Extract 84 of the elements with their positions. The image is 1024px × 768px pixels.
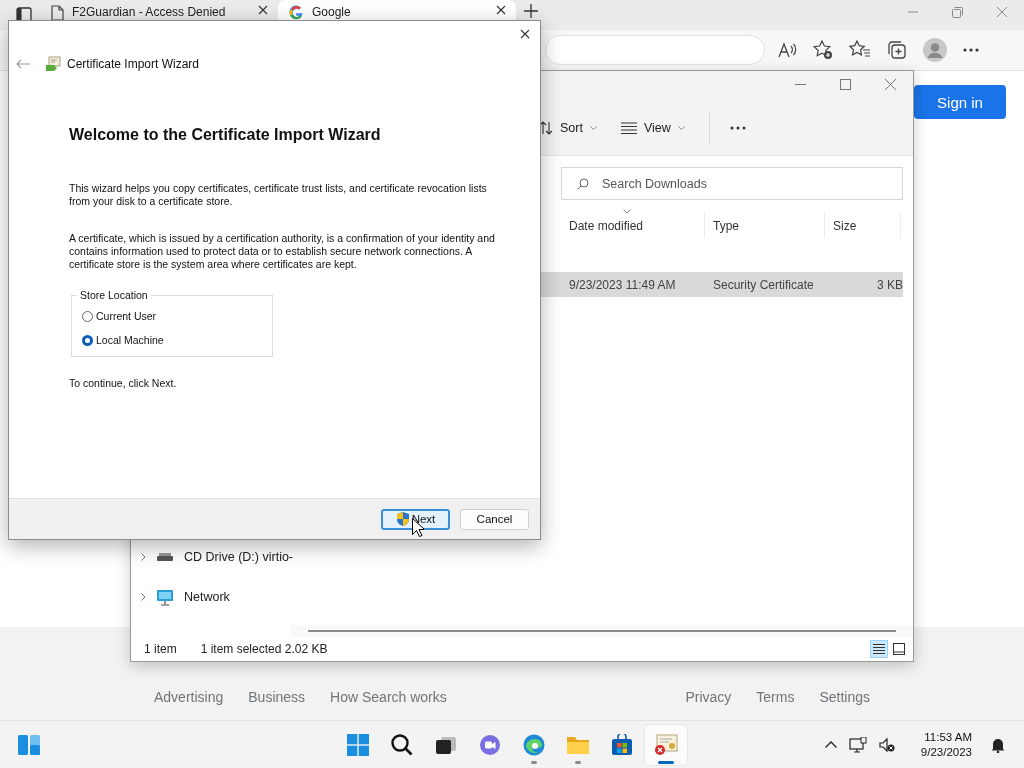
running-indicator (658, 760, 674, 764)
footer-link[interactable]: Business (248, 689, 306, 705)
folder-icon (566, 734, 590, 755)
new-tab-icon[interactable] (524, 4, 538, 18)
radio-label[interactable]: Current User (96, 310, 157, 322)
tab-title: Google (312, 5, 352, 19)
store-icon (611, 733, 633, 756)
clock-time[interactable]: 11:53 AM (924, 729, 972, 745)
column-header[interactable]: Date modified (561, 212, 705, 238)
search-icon (391, 733, 413, 756)
network-icon (156, 588, 174, 606)
browser-tab[interactable]: F2Guardian - Access Denied (40, 0, 278, 30)
collections-icon[interactable] (887, 40, 907, 60)
search-field[interactable]: Search Downloads (561, 167, 903, 200)
radio-label[interactable]: Local Machine (96, 334, 164, 346)
more-icon[interactable] (729, 126, 746, 130)
toolbar-button[interactable]: View (620, 121, 685, 135)
more-icon[interactable] (963, 48, 979, 52)
notification-icon[interactable] (990, 736, 1006, 753)
description-text: This wizard helps you copy certificates, certificate trust lists, and certificate revocation lists from your disk to a certificate store. (69, 182, 488, 208)
wizard-heading: Welcome to the Certificate Import Wizard (69, 125, 382, 145)
table-cell-text: 9/23/2023 11:49 AM (568, 277, 677, 292)
close-icon[interactable] (496, 5, 506, 15)
next-button[interactable]: Next (381, 508, 450, 530)
profile-avatar-icon[interactable] (923, 38, 947, 62)
footer-link[interactable]: Advertising (154, 689, 224, 705)
footer-link[interactable]: How Search works (330, 689, 447, 705)
chevron-right-icon[interactable] (141, 593, 146, 601)
clock-date[interactable]: 9/23/2023 (920, 744, 972, 760)
favorites-icon[interactable] (849, 40, 871, 60)
add-favorite-icon[interactable] (813, 40, 833, 60)
address-field[interactable] (545, 35, 765, 65)
running-indicator (531, 760, 537, 764)
site-icon (288, 5, 304, 21)
widgets-icon[interactable] (17, 733, 41, 756)
chevron-down-icon (677, 126, 685, 130)
restore-icon[interactable] (952, 7, 963, 18)
nav-item[interactable]: CD Drive (D:) virtio- (184, 550, 294, 564)
table-cell-text: Security Certificate (713, 277, 815, 292)
lines-icon (620, 122, 637, 134)
footer-link[interactable]: Terms (756, 689, 795, 705)
network-icon[interactable] (848, 736, 867, 753)
drive-icon (156, 550, 174, 564)
certificate-app-icon (654, 733, 678, 756)
table-cell-text: 3 KB (876, 277, 903, 292)
radio-button[interactable] (82, 334, 93, 346)
shield-icon (395, 512, 410, 526)
running-indicator (575, 760, 581, 764)
sign-in-button[interactable]: Sign in (914, 85, 1006, 119)
radio-button[interactable] (82, 310, 93, 322)
status-text: 1 item selected 2.02 KB (200, 642, 328, 656)
toolbar-button[interactable]: Sort (539, 121, 597, 135)
group-label: Store Location (77, 289, 151, 301)
cancel-button[interactable]: Cancel (460, 508, 529, 530)
footer-link[interactable]: Settings (819, 689, 870, 705)
chevron-up-icon[interactable] (824, 741, 837, 748)
chevron-right-icon[interactable] (141, 553, 146, 561)
close-icon[interactable] (520, 29, 530, 39)
nav-item[interactable]: Network (184, 590, 230, 604)
sort-icon (539, 121, 553, 135)
description-text: A certificate, which is issued by a certification authority, is a confirmation of your identity and contains information used to protect data or to establish secure network connections. A certificate store is the system area where certificates are kept. (69, 232, 496, 271)
chevron-down-icon (589, 126, 597, 130)
page-icon (50, 5, 64, 21)
close-icon[interactable] (258, 5, 268, 15)
column-header[interactable]: Size (825, 212, 901, 238)
window-title: Certificate Import Wizard (67, 57, 200, 71)
details-view-icon[interactable] (870, 640, 888, 658)
status-text: 1 item (144, 642, 177, 656)
column-header[interactable]: Type (705, 212, 825, 238)
back-arrow-icon[interactable] (16, 59, 30, 69)
tab-title: F2Guardian - Access Denied (72, 5, 227, 19)
hint-text: To continue, click Next. (69, 377, 178, 389)
browser-icon (523, 733, 545, 756)
start-icon (347, 733, 369, 756)
chat-icon (479, 733, 501, 756)
maximize-icon[interactable] (840, 79, 851, 90)
muted-speaker-icon[interactable] (878, 736, 895, 753)
file-row[interactable]: 9/23/2023 11:49 AM Security Certificate 3 KB (541, 272, 903, 297)
preview-view-icon[interactable] (890, 640, 908, 658)
read-aloud-icon[interactable] (777, 41, 797, 59)
footer-link[interactable]: Privacy (685, 689, 732, 705)
task-view-icon (435, 734, 457, 755)
certificate-icon (45, 56, 61, 72)
scrollbar-thumb[interactable] (308, 630, 896, 632)
